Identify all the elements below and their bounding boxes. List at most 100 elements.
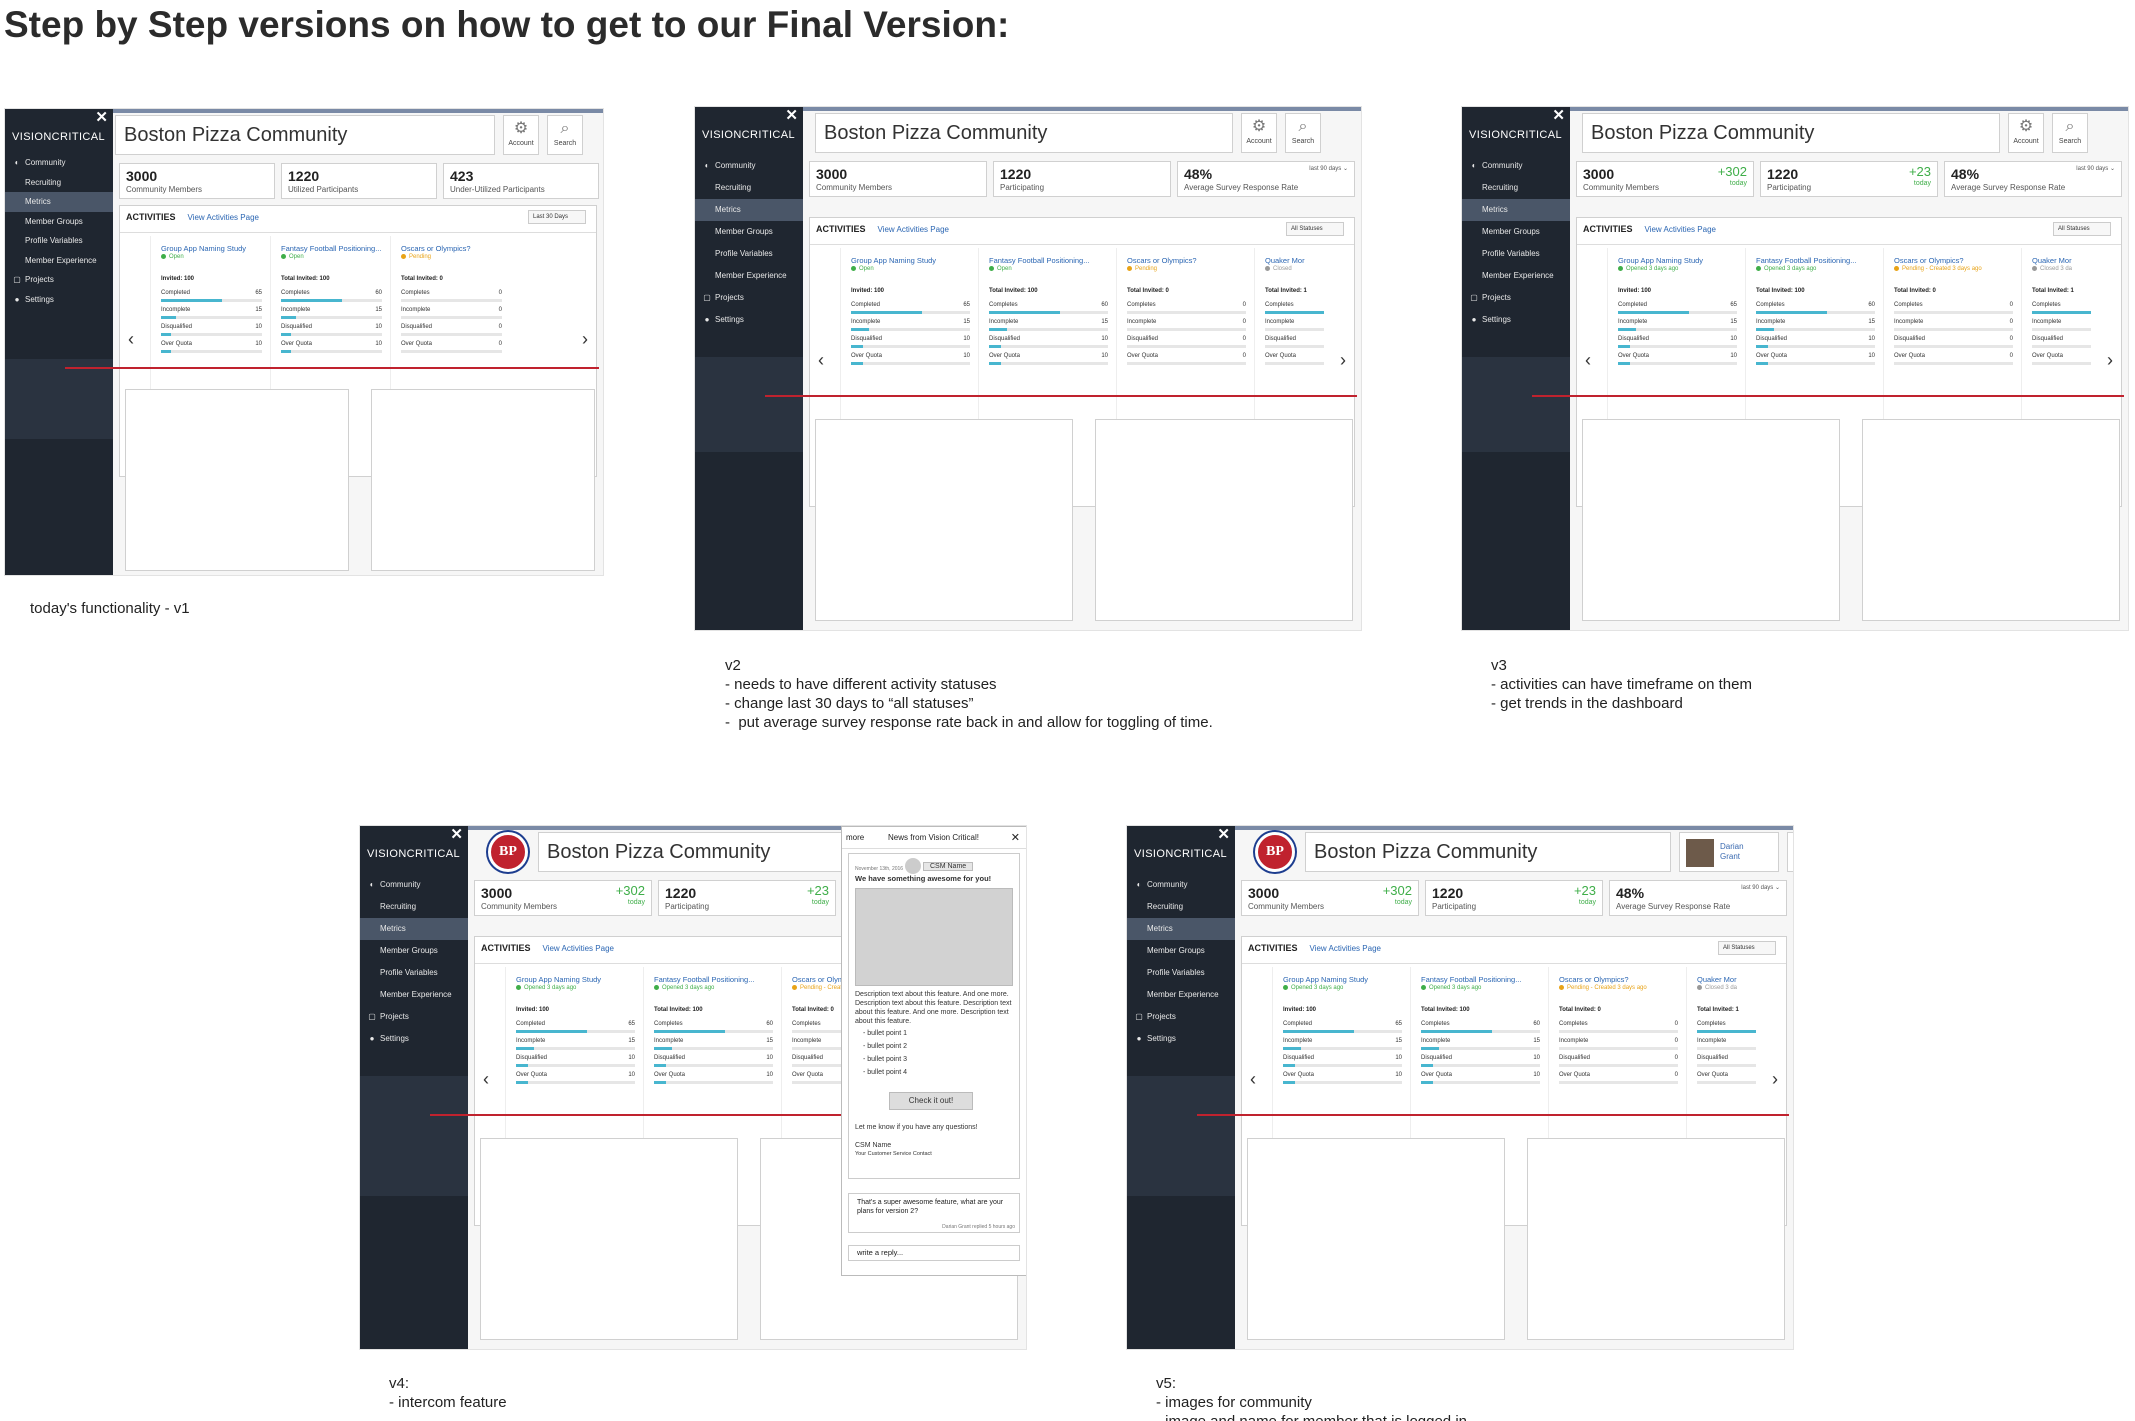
sidebar-item-member-experience[interactable]: Member Experience <box>1462 265 1570 287</box>
sidebar-item-member-experience[interactable]: Member Experience <box>360 984 468 1006</box>
chevron-right-icon[interactable]: › <box>1340 350 1346 371</box>
sidebar-item-projects[interactable]: ▢ Projects <box>1462 287 1570 309</box>
metric-label: Completes <box>1894 302 1923 308</box>
sidebar-item-community[interactable]: ◐ Community <box>1127 874 1235 896</box>
chevron-left-icon[interactable]: ‹ <box>818 350 824 371</box>
chevron-right-icon[interactable]: › <box>582 329 588 350</box>
sidebar-item-metrics[interactable]: Metrics <box>1462 199 1570 221</box>
account-button[interactable]: ⚙ Account <box>2008 113 2044 153</box>
sidebar-item-projects[interactable]: ▢ Projects <box>695 287 803 309</box>
activity-title[interactable]: Quaker Mor <box>1697 975 1756 984</box>
close-icon[interactable]: ✕ <box>1011 831 1020 844</box>
chevron-right-icon[interactable]: › <box>2107 350 2113 371</box>
activity-title[interactable]: Fantasy Football Positioning... <box>654 975 774 984</box>
sidebar-item-recruiting[interactable]: Recruiting <box>1462 177 1570 199</box>
search-button[interactable]: ⌕Search <box>1787 832 1793 872</box>
sidebar-item-profile-variables[interactable]: Profile Variables <box>360 962 468 984</box>
activity-title[interactable]: Fantasy Football Positioning... <box>1421 975 1541 984</box>
close-icon[interactable]: ✕ <box>1552 108 1565 124</box>
timeframe-dropdown[interactable]: last 90 days ⌄ <box>1309 165 1348 172</box>
sidebar-item-community[interactable]: ◐ Community <box>1462 155 1570 177</box>
close-icon[interactable]: ✕ <box>785 108 798 124</box>
account-button[interactable]: ⚙ Account <box>1241 113 1277 153</box>
sidebar-item-metrics[interactable]: Metrics <box>360 918 468 940</box>
activity-title[interactable]: Fantasy Football Positioning... <box>281 244 401 253</box>
view-activities-link[interactable]: View Activities Page <box>878 225 949 234</box>
sidebar-item-settings[interactable]: ● Settings <box>5 290 113 310</box>
chevron-left-icon[interactable]: ‹ <box>128 329 134 350</box>
sidebar-item-projects[interactable]: ▢ Projects <box>360 1006 468 1028</box>
metric-value: 0 <box>2009 353 2013 359</box>
user-name[interactable]: Darian Grant <box>1720 842 1760 862</box>
sidebar-item-profile-variables[interactable]: Profile Variables <box>1462 243 1570 265</box>
activity-title[interactable]: Quaker Mor <box>2032 256 2091 265</box>
reply-input[interactable]: write a reply... <box>848 1245 1020 1261</box>
chevron-right-icon[interactable]: › <box>1772 1069 1778 1090</box>
sidebar-item-profile-variables[interactable]: Profile Variables <box>1127 962 1235 984</box>
sidebar-item-metrics[interactable]: Metrics <box>695 199 803 221</box>
sidebar-item-member-experience[interactable]: Member Experience <box>695 265 803 287</box>
activity-title[interactable]: Oscars or Olympics? <box>1127 256 1247 265</box>
sidebar-item-metrics[interactable]: Metrics <box>5 192 113 212</box>
sidebar-item-projects[interactable]: ▢ Projects <box>5 270 113 290</box>
sidebar-item-recruiting[interactable]: Recruiting <box>360 896 468 918</box>
account-button[interactable]: ⚙ Account <box>503 115 539 155</box>
activity-title[interactable]: Fantasy Football Positioning... <box>1756 256 1876 265</box>
metric-bar <box>1127 328 1246 331</box>
sidebar-item-profile-variables[interactable]: Profile Variables <box>695 243 803 265</box>
timeframe-dropdown[interactable]: last 90 days ⌄ <box>2076 165 2115 172</box>
sidebar-item-recruiting[interactable]: Recruiting <box>695 177 803 199</box>
close-icon[interactable]: ✕ <box>1217 827 1230 843</box>
view-activities-link[interactable]: View Activities Page <box>543 944 614 953</box>
close-icon[interactable]: ✕ <box>95 110 108 126</box>
chevron-left-icon[interactable]: ‹ <box>483 1069 489 1090</box>
activity-title[interactable]: Group App Naming Study <box>516 975 636 984</box>
chevron-left-icon[interactable]: ‹ <box>1250 1069 1256 1090</box>
activity-title[interactable]: Group App Naming Study <box>161 244 281 253</box>
user-profile[interactable]: Darian Grant <box>1679 832 1779 872</box>
sidebar-item-settings[interactable]: ● Settings <box>360 1028 468 1050</box>
timeframe-dropdown[interactable]: last 90 days ⌄ <box>1741 884 1780 891</box>
sidebar-item-member-groups[interactable]: Member Groups <box>360 940 468 962</box>
sidebar-item-member-groups[interactable]: Member Groups <box>1462 221 1570 243</box>
activity-title[interactable]: Quaker Mor <box>1265 256 1324 265</box>
activity-title[interactable]: Group App Naming Study <box>851 256 971 265</box>
activity-title[interactable]: Oscars or Olympics? <box>401 244 521 253</box>
search-button[interactable]: ⌕Search <box>2052 113 2088 153</box>
sidebar-item-recruiting[interactable]: Recruiting <box>1127 896 1235 918</box>
chevron-left-icon[interactable]: ‹ <box>1585 350 1591 371</box>
sidebar-item-profile-variables[interactable]: Profile Variables <box>5 231 113 251</box>
sidebar-item-settings[interactable]: ● Settings <box>1462 309 1570 331</box>
view-activities-link[interactable]: View Activities Page <box>188 213 259 222</box>
status-filter-dropdown[interactable]: All Statuses <box>1718 941 1776 955</box>
activity-title[interactable]: Fantasy Football Positioning... <box>989 256 1109 265</box>
sidebar-item-metrics[interactable]: Metrics <box>1127 918 1235 940</box>
sidebar-item-community[interactable]: ◐ Community <box>695 155 803 177</box>
sidebar-item-recruiting[interactable]: Recruiting <box>5 173 113 193</box>
activity-title[interactable]: Oscars or Olympics? <box>1894 256 2014 265</box>
sidebar-item-member-groups[interactable]: Member Groups <box>1127 940 1235 962</box>
sidebar-item-settings[interactable]: ● Settings <box>1127 1028 1235 1050</box>
status-filter-dropdown[interactable]: All Statuses <box>1286 222 1344 236</box>
sidebar-item-member-experience[interactable]: Member Experience <box>1127 984 1235 1006</box>
more-link[interactable]: more <box>846 833 864 842</box>
sidebar-item-member-groups[interactable]: Member Groups <box>695 221 803 243</box>
sidebar-item-projects[interactable]: ▢ Projects <box>1127 1006 1235 1028</box>
activity-title[interactable]: Group App Naming Study <box>1283 975 1403 984</box>
sidebar-item-member-experience[interactable]: Member Experience <box>5 251 113 271</box>
sidebar-item-community[interactable]: ◐ Community <box>360 874 468 896</box>
activity-title[interactable]: Oscars or Olympics? <box>1559 975 1679 984</box>
sidebar-item-community[interactable]: ◐ Community <box>5 153 113 173</box>
stat-delta: +302 today <box>1718 165 1747 190</box>
close-icon[interactable]: ✕ <box>450 827 463 843</box>
check-it-out-button[interactable]: Check it out! <box>889 1092 973 1110</box>
sidebar-item-settings[interactable]: ● Settings <box>695 309 803 331</box>
activity-title[interactable]: Group App Naming Study <box>1618 256 1738 265</box>
view-activities-link[interactable]: View Activities Page <box>1645 225 1716 234</box>
search-button[interactable]: ⌕Search <box>1285 113 1321 153</box>
sidebar-item-member-groups[interactable]: Member Groups <box>5 212 113 232</box>
status-filter-dropdown[interactable]: All Statuses <box>2053 222 2111 236</box>
view-activities-link[interactable]: View Activities Page <box>1310 944 1381 953</box>
search-button[interactable]: ⌕Search <box>547 115 583 155</box>
status-filter-dropdown[interactable]: Last 30 Days <box>528 210 586 224</box>
